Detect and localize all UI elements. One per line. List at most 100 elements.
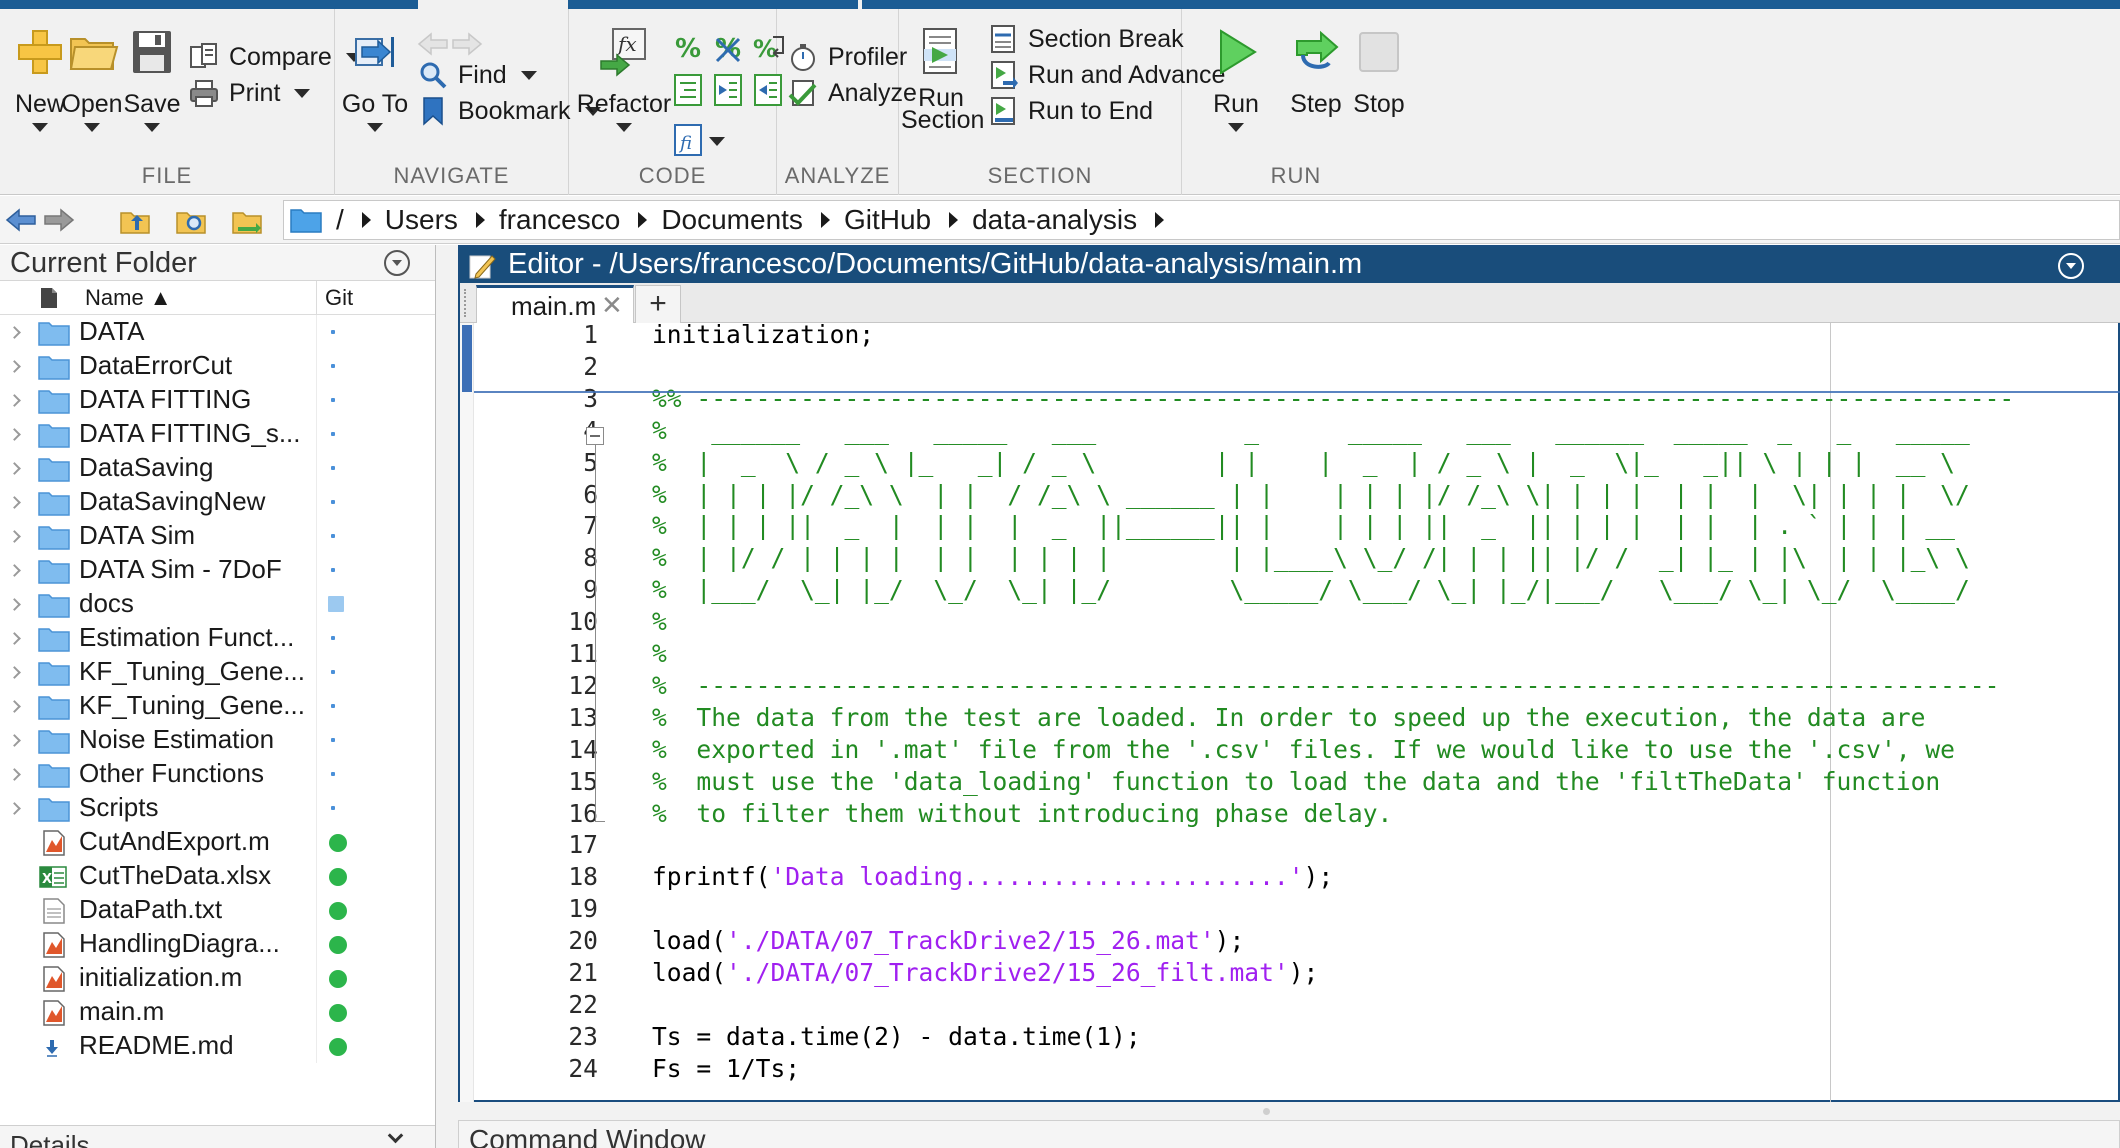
expand-chevron-icon[interactable] bbox=[8, 428, 21, 441]
breadcrumb-github[interactable]: GitHub bbox=[844, 204, 931, 236]
tab-main-m[interactable]: main.m ✕ bbox=[476, 285, 634, 323]
goto-button[interactable]: Go To bbox=[335, 25, 415, 132]
section-break-button[interactable]: Section Break bbox=[987, 19, 1184, 59]
insert-function-icon[interactable]: fi bbox=[669, 121, 707, 159]
line-number[interactable]: 23 bbox=[480, 1021, 598, 1053]
print-button[interactable]: Print bbox=[188, 73, 311, 113]
code-line[interactable]: 23 Ts = data.time(2) - data.time(1); bbox=[460, 1021, 2120, 1053]
code-line[interactable]: 1 initialization; bbox=[460, 323, 2120, 351]
line-number[interactable]: 14 bbox=[480, 734, 598, 766]
refactor-dropdown-arrow-icon[interactable] bbox=[616, 123, 632, 132]
code-line[interactable]: 24 Fs = 1/Ts; bbox=[460, 1053, 2120, 1085]
file-row[interactable]: README.md bbox=[0, 1029, 435, 1063]
code-line[interactable]: 17 bbox=[460, 829, 2120, 861]
file-row[interactable]: DataPath.txt bbox=[0, 893, 435, 927]
expand-chevron-icon[interactable] bbox=[8, 700, 21, 713]
code-line[interactable]: 16 % to filter them without introducing p… bbox=[460, 798, 2120, 830]
run-to-end-button[interactable]: Run to End bbox=[987, 91, 1153, 131]
line-number[interactable]: 13 bbox=[480, 702, 598, 734]
code-line[interactable]: 20 load('./DATA/07_TrackDrive2/15_26.mat'… bbox=[460, 925, 2120, 957]
breadcrumb-separator-icon[interactable] bbox=[638, 212, 648, 228]
line-number[interactable]: 8 bbox=[480, 542, 598, 574]
code-line[interactable]: 13 % The data from the test are loaded. I… bbox=[460, 702, 2120, 734]
splitter-grip-icon[interactable] bbox=[1263, 1108, 1270, 1115]
open-dropdown-arrow-icon[interactable] bbox=[84, 123, 100, 132]
breadcrumb-separator-icon[interactable] bbox=[475, 212, 485, 228]
expand-chevron-icon[interactable] bbox=[8, 394, 21, 407]
recent-folders-icon[interactable] bbox=[230, 203, 264, 237]
folder-row[interactable]: Scripts bbox=[0, 791, 435, 825]
expand-chevron-icon[interactable] bbox=[8, 496, 21, 509]
panel-actions-icon[interactable] bbox=[384, 250, 410, 276]
expand-chevron-icon[interactable] bbox=[8, 632, 21, 645]
line-number[interactable]: 15 bbox=[480, 766, 598, 798]
file-row[interactable]: initialization.m bbox=[0, 961, 435, 995]
expand-chevron-icon[interactable] bbox=[8, 326, 21, 339]
breadcrumb-users[interactable]: Users bbox=[385, 204, 458, 236]
line-number[interactable]: 11 bbox=[480, 638, 598, 670]
code-line[interactable]: 5 % | _ \ / _ \ |_ _| / _ \ | | | _ | / _… bbox=[460, 447, 2120, 479]
forward-icon[interactable] bbox=[42, 203, 76, 237]
code-area[interactable]: 1 initialization; 2 3%% -------------------… bbox=[460, 323, 2120, 1102]
run-dropdown-arrow-icon[interactable] bbox=[1228, 123, 1244, 132]
analyze-button[interactable]: Analyze bbox=[787, 73, 917, 113]
folder-row[interactable]: Other Functions bbox=[0, 757, 435, 791]
uncomment-icon[interactable]: % bbox=[709, 29, 747, 67]
line-number[interactable]: 6 bbox=[480, 479, 598, 511]
code-line[interactable]: 3 %% ------------------------------------… bbox=[460, 383, 2120, 415]
tab-close-icon[interactable]: ✕ bbox=[601, 290, 623, 321]
breadcrumb-separator-icon[interactable] bbox=[1155, 212, 1165, 228]
save-dropdown-arrow-icon[interactable] bbox=[144, 123, 160, 132]
panel-splitter[interactable] bbox=[436, 245, 458, 1148]
git-column-header[interactable]: Git bbox=[325, 285, 353, 311]
code-line[interactable]: 18 fprintf('Data loading.................… bbox=[460, 861, 2120, 893]
code-line[interactable]: 19 bbox=[460, 893, 2120, 925]
comment-icon[interactable]: % bbox=[669, 29, 707, 67]
command-window[interactable]: Command Window bbox=[458, 1120, 2120, 1148]
line-number[interactable]: 20 bbox=[480, 925, 598, 957]
code-line[interactable]: 12 % ------------------------------------… bbox=[460, 670, 2120, 702]
line-number[interactable]: 2 bbox=[480, 351, 598, 383]
folder-row[interactable]: DATA FITTING_s... bbox=[0, 417, 435, 451]
expand-chevron-icon[interactable] bbox=[8, 360, 21, 373]
code-line[interactable]: 15 % must use the 'data_loading' function… bbox=[460, 766, 2120, 798]
column-divider[interactable] bbox=[316, 281, 317, 315]
file-row[interactable]: X CutTheData.xlsx bbox=[0, 859, 435, 893]
breadcrumb-data-analysis[interactable]: data-analysis bbox=[972, 204, 1137, 236]
line-number[interactable]: 10 bbox=[480, 606, 598, 638]
folder-row[interactable]: Estimation Funct... bbox=[0, 621, 435, 655]
file-row[interactable]: main.m bbox=[0, 995, 435, 1029]
folder-row[interactable]: DataSaving bbox=[0, 451, 435, 485]
editor-command-splitter[interactable] bbox=[437, 1102, 2120, 1120]
goto-dropdown-arrow-icon[interactable] bbox=[367, 123, 383, 132]
expand-chevron-icon[interactable] bbox=[8, 734, 21, 747]
line-number[interactable]: 3 bbox=[480, 383, 598, 415]
line-number[interactable]: 21 bbox=[480, 957, 598, 989]
stop-button[interactable]: Stop bbox=[1344, 25, 1414, 119]
folder-row[interactable]: DATA FITTING bbox=[0, 383, 435, 417]
code-line[interactable]: 11% bbox=[460, 638, 2120, 670]
line-number[interactable]: 17 bbox=[480, 829, 598, 861]
find-button[interactable]: Find bbox=[417, 55, 537, 95]
code-line[interactable]: 9 % |___/ \_| |_/ \_/ \_| |_/ \_____/ \__… bbox=[460, 574, 2120, 606]
folder-row[interactable]: docs bbox=[0, 587, 435, 621]
folder-row[interactable]: DATA Sim bbox=[0, 519, 435, 553]
print-dropdown-arrow-icon[interactable] bbox=[294, 88, 311, 98]
smart-indent-icon[interactable] bbox=[669, 71, 707, 109]
expand-chevron-icon[interactable] bbox=[8, 462, 21, 475]
line-number[interactable]: 16 bbox=[480, 798, 598, 830]
line-number[interactable]: 5 bbox=[480, 447, 598, 479]
line-number[interactable]: 1 bbox=[480, 323, 598, 351]
code-line[interactable]: 8 % | |/ / | | | | | | | | | | | |____\ \… bbox=[460, 542, 2120, 574]
folder-row[interactable]: DataSavingNew bbox=[0, 485, 435, 519]
save-button[interactable]: Save bbox=[112, 25, 192, 132]
folder-row[interactable]: KF_Tuning_Gene... bbox=[0, 655, 435, 689]
find-dropdown-arrow-icon[interactable] bbox=[520, 70, 537, 80]
code-line[interactable]: 22 bbox=[460, 989, 2120, 1021]
tab-grip-icon[interactable] bbox=[464, 289, 472, 317]
breadcrumb-separator-icon[interactable] bbox=[820, 212, 830, 228]
new-tab-button[interactable]: + bbox=[635, 285, 681, 323]
run-button[interactable]: Run bbox=[1196, 25, 1276, 132]
code-line[interactable]: 7 % | | | || _ | | | | _ ||______|| | | |… bbox=[460, 510, 2120, 542]
expand-chevron-icon[interactable] bbox=[8, 768, 21, 781]
